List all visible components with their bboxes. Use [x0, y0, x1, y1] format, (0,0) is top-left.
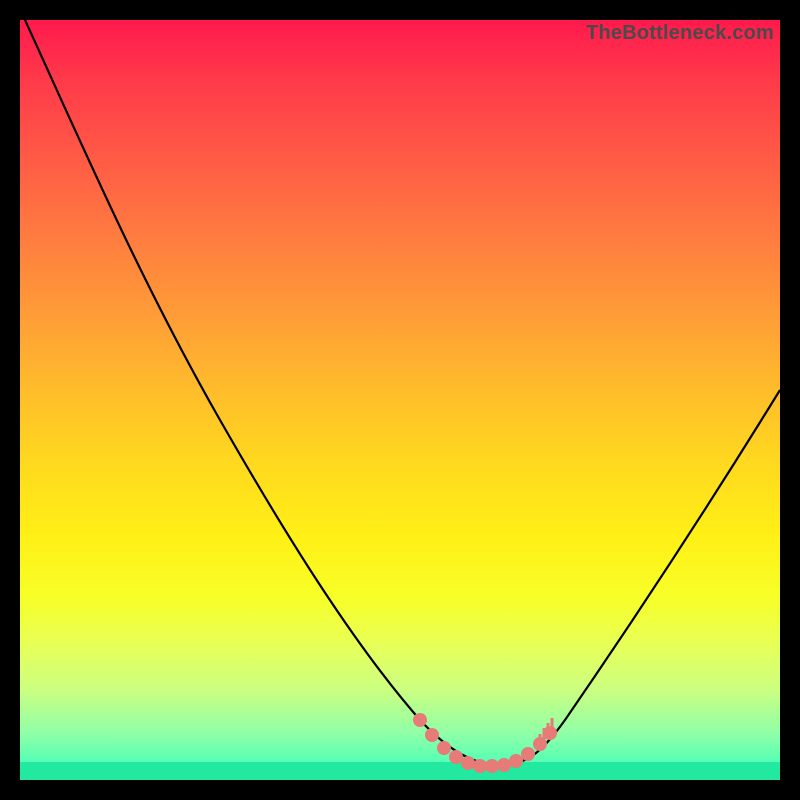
- highlight-markers: [413, 713, 557, 773]
- chart-frame: TheBottleneck.com: [0, 0, 800, 800]
- bottleneck-curve: [25, 20, 780, 765]
- plot-area: TheBottleneck.com: [20, 20, 780, 780]
- curve-layer: [20, 20, 780, 780]
